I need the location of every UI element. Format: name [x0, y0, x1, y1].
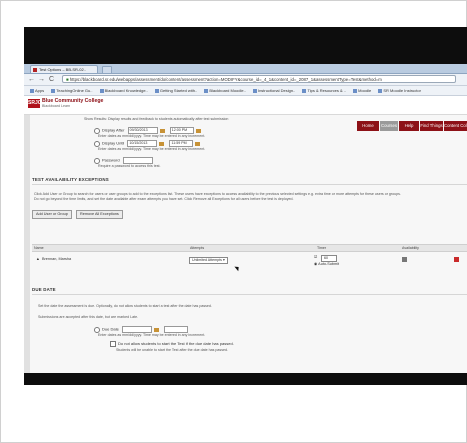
- column-header-timer: Timer: [317, 246, 327, 250]
- timer-input[interactable]: 60: [321, 255, 337, 262]
- lms-header: SRJC Blue Community College Blackboard L…: [24, 96, 467, 115]
- recorded-screen: Test Options – BB-SR-02.. × ← → C ■ http…: [24, 64, 467, 373]
- calendar-icon[interactable]: [159, 141, 165, 146]
- bookmark-item[interactable]: Tips & Resources & ..: [302, 86, 346, 95]
- bookmark-item[interactable]: Instructional Design..: [252, 86, 295, 95]
- college-subtitle: Blackboard Learn: [42, 104, 71, 108]
- date-hint: Enter dates as mm/dd/yyyy. Time may be e…: [98, 147, 206, 151]
- display-until-time-input[interactable]: 11:59 PM: [169, 140, 194, 147]
- reload-icon[interactable]: C: [49, 75, 54, 84]
- bookmark-icon: [204, 88, 209, 93]
- favicon-icon: [33, 68, 37, 72]
- results-note: Show Results: Display results and feedba…: [84, 117, 229, 121]
- url-input[interactable]: ■ https://blackboard.sr.edu/webapps/asse…: [62, 75, 456, 83]
- bookmark-icon: [99, 88, 104, 93]
- password-input[interactable]: [122, 157, 153, 164]
- bookmark-icon: [51, 88, 56, 93]
- browser-tab-strip: Test Options – BB-SR-02.. ×: [24, 64, 467, 74]
- display-until-checkbox[interactable]: [94, 140, 100, 147]
- tab-title: Test Options – BB-SR-02..: [39, 67, 86, 72]
- mouse-cursor-icon: [234, 264, 241, 272]
- password-hint: Require a password to access this test.: [98, 164, 161, 168]
- exceptions-description: Click Add User or Group to search for us…: [34, 192, 401, 196]
- due-date-row: Due Date: [94, 326, 190, 333]
- column-header-name: Name: [34, 246, 44, 250]
- password-checkbox[interactable]: [94, 157, 100, 164]
- section-divider: [32, 294, 467, 295]
- bookmark-icon: [252, 88, 257, 93]
- url-text: https://blackboard.sr.edu/webapps/assess…: [69, 77, 382, 82]
- timer-checkbox[interactable]: ☑: [314, 255, 317, 260]
- display-after-time-input[interactable]: 12:00 PM: [169, 127, 194, 134]
- video-player[interactable]: Test Options – BB-SR-02.. × ← → C ■ http…: [24, 27, 467, 385]
- due-date-input[interactable]: [122, 326, 153, 333]
- due-time-input[interactable]: [164, 326, 189, 333]
- due-restriction-note: Students will be unable to start the Tes…: [116, 348, 229, 352]
- attempts-select[interactable]: Unlimited Attempts ▾: [189, 257, 228, 264]
- bookmark-item[interactable]: Blackboard Moodle..: [204, 86, 246, 95]
- clock-icon[interactable]: [195, 141, 201, 146]
- calendar-icon[interactable]: [154, 327, 160, 332]
- tab-courses[interactable]: Courses: [380, 121, 398, 131]
- due-date-checkbox[interactable]: [94, 326, 100, 333]
- bookmark-icon: [353, 88, 358, 93]
- column-header-attempts: Attempts: [190, 246, 205, 250]
- display-until-row: Display Until 10/15/2013 11:59 PM: [94, 140, 202, 147]
- date-hint: Enter dates as mm/dd/yyyy. Time may be e…: [98, 333, 206, 337]
- bookmark-item[interactable]: TeachingOnline Gu..: [51, 86, 93, 95]
- due-date-description-2: Submissions are accepted after this date…: [38, 315, 139, 319]
- bookmark-item[interactable]: Apps: [30, 86, 44, 95]
- password-row: Password: [94, 157, 155, 164]
- college-logo: SRJC: [28, 99, 42, 108]
- exceptions-description-2: Do not go beyond the time limits, and se…: [34, 197, 294, 201]
- video-frame: Test Options – BB-SR-02.. × ← → C ■ http…: [0, 0, 467, 443]
- due-date-description: Set the date the assessment is due. Opti…: [38, 304, 212, 308]
- page-content: Show Results: Display results and feedba…: [24, 115, 467, 373]
- new-tab-button[interactable]: [102, 66, 112, 74]
- user-name: Brennan, Marsha: [42, 257, 72, 261]
- auto-submit-option[interactable]: ◉ Auto-Submit: [314, 262, 339, 267]
- apps-icon: [30, 88, 34, 93]
- date-hint: Enter dates as mm/dd/yyyy. Time may be e…: [98, 134, 206, 138]
- due-restriction-row: Do not allow students to start the Test …: [110, 341, 234, 347]
- display-after-row: Display After 09/30/2013 12:00 PM: [94, 127, 203, 134]
- browser-tab[interactable]: Test Options – BB-SR-02.. ×: [30, 65, 98, 73]
- add-user-or-group-button[interactable]: Add User or Group: [32, 210, 72, 219]
- forward-icon[interactable]: →: [38, 75, 45, 84]
- calendar-icon[interactable]: [159, 128, 165, 133]
- tab-find-things[interactable]: Find Things: [420, 121, 443, 131]
- section-title-due-date: DUE DATE: [32, 287, 56, 292]
- bookmark-icon: [154, 88, 159, 93]
- course-menu-collapsed[interactable]: [24, 115, 30, 373]
- remove-all-exceptions-button[interactable]: Remove All Exceptions: [76, 210, 123, 219]
- bookmark-item[interactable]: Moodle: [353, 86, 371, 95]
- display-until-date-input[interactable]: 10/15/2013: [127, 140, 158, 147]
- bookmark-icon: [378, 88, 383, 93]
- address-bar-row: ← → C ■ https://blackboard.sr.edu/webapp…: [24, 74, 467, 86]
- due-restriction-checkbox[interactable]: [110, 341, 116, 347]
- user-icon: ▲: [36, 257, 40, 261]
- bookmark-item[interactable]: Blackboard Knowledge..: [99, 86, 148, 95]
- exceptions-table-header: Name Attempts Timer Availability: [32, 244, 467, 252]
- bookmark-icon: [302, 88, 307, 93]
- bookmarks-bar: Apps TeachingOnline Gu.. Blackboard Know…: [24, 86, 467, 96]
- clock-icon[interactable]: [195, 128, 201, 133]
- tab-home[interactable]: Home: [357, 121, 379, 131]
- column-header-availability: Availability: [402, 246, 419, 250]
- display-after-date-input[interactable]: 09/30/2013: [127, 127, 158, 134]
- display-after-checkbox[interactable]: [94, 127, 100, 134]
- delete-exception-icon[interactable]: [454, 257, 459, 262]
- back-icon[interactable]: ←: [28, 75, 35, 84]
- section-divider: [32, 184, 467, 185]
- tab-help[interactable]: Help: [399, 121, 419, 131]
- tab-content-collection[interactable]: Content Collection: [444, 121, 467, 131]
- bookmark-item[interactable]: Getting Started with..: [154, 86, 197, 95]
- section-title-exceptions: TEST AVAILABILITY EXCEPTIONS: [32, 177, 109, 182]
- bookmark-item[interactable]: SR Moodle Instructor: [378, 86, 421, 95]
- availability-calendar-icon[interactable]: [402, 257, 407, 262]
